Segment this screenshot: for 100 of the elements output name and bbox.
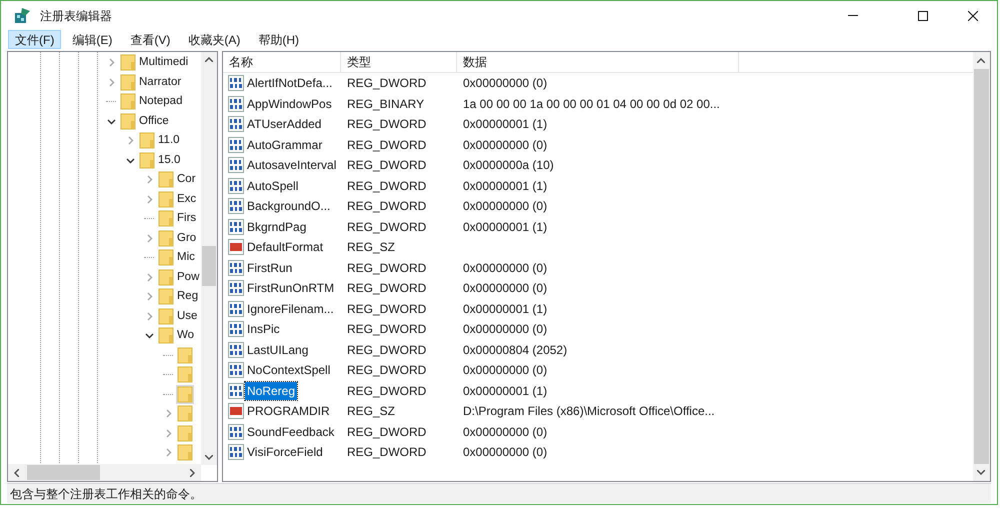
value-name[interactable]: AutoSpell (245, 176, 300, 195)
chevron-right-icon[interactable] (144, 234, 154, 243)
tree-item[interactable]: Cor (177, 171, 196, 188)
value-name[interactable]: FirstRun (245, 258, 294, 277)
tree-item[interactable]: Gro (177, 230, 196, 247)
vertical-scrollbar[interactable] (201, 52, 217, 465)
chevron-right-icon[interactable] (144, 272, 154, 282)
column-header[interactable]: 类型 (341, 52, 457, 72)
chevron-down-icon[interactable] (144, 331, 154, 340)
tree-item[interactable]: 11.0 (158, 132, 180, 150)
table-cell-text: 0x00000804 (2052) (462, 342, 568, 359)
chevron-right-icon[interactable] (144, 175, 154, 184)
table-cell-text: REG_DWORD (346, 424, 428, 441)
tree-item[interactable]: Firs (177, 210, 196, 228)
tree-item[interactable]: Exc (177, 190, 196, 208)
menu-item[interactable]: 文件(F) (8, 30, 62, 49)
binary-value-icon (228, 96, 244, 112)
value-name[interactable]: BkgrndPag (245, 218, 308, 236)
table-cell-text: REG_SZ (346, 239, 396, 256)
chevron-right-icon[interactable] (144, 194, 154, 204)
value-name[interactable]: ATUserAdded (245, 115, 324, 134)
scroll-left-icon (14, 469, 19, 477)
table-cell-text: REG_DWORD (346, 260, 428, 277)
chevron-right-icon[interactable] (164, 409, 172, 418)
scrollbar-thumb[interactable] (27, 465, 100, 480)
menu-item[interactable]: 查看(V) (123, 30, 178, 49)
value-name[interactable]: SoundFeedback (245, 422, 336, 441)
tree-item[interactable]: Mic (177, 249, 195, 266)
binary-value-icon (228, 218, 244, 235)
table-cell-text: REG_DWORD (346, 300, 428, 318)
folder-icon (177, 346, 193, 364)
value-name[interactable]: VisiForceField (245, 443, 325, 462)
value-name[interactable]: AlertIfNotDefa... (245, 74, 334, 92)
tree-item[interactable]: Pow (177, 268, 200, 286)
table-cell-text: REG_DWORD (346, 157, 428, 174)
value-name[interactable]: PROGRAMDIR (245, 402, 332, 420)
value-name[interactable]: AppWindowPos (245, 94, 334, 113)
value-name[interactable]: LastUILang (245, 340, 310, 359)
chevron-right-icon[interactable] (164, 448, 172, 458)
tree-item[interactable]: Office (139, 112, 169, 130)
chevron-down-icon[interactable] (106, 116, 116, 126)
column-header[interactable]: 名称 (223, 52, 341, 72)
table-cell-text: REG_DWORD (346, 136, 428, 154)
folder-icon (158, 190, 174, 208)
table-cell-text: 0x00000000 (0) (462, 424, 548, 441)
tree-item[interactable]: Reg (177, 288, 198, 306)
table-cell-text: 0x00000000 (0) (462, 136, 548, 154)
folder-icon (177, 366, 193, 384)
menu-item[interactable]: 收藏夹(A) (181, 30, 248, 49)
folder-icon (158, 308, 174, 325)
value-name[interactable]: InsPic (245, 320, 282, 338)
value-name[interactable]: IgnoreFilenam... (245, 300, 336, 318)
folder-icon (177, 405, 193, 422)
table-cell-text: 0x00000001 (1) (462, 218, 548, 236)
table-cell-text: 0x00000000 (0) (462, 198, 548, 216)
scrollbar-thumb[interactable] (974, 69, 989, 464)
chevron-right-icon[interactable] (106, 58, 116, 68)
menu-item[interactable]: 编辑(E) (65, 30, 120, 49)
binary-value-icon (228, 260, 244, 276)
table-cell-text: 0x00000001 (1) (462, 116, 548, 134)
tree-item[interactable]: Narrator (139, 74, 182, 91)
value-name[interactable]: NoContextSpell (245, 361, 332, 380)
value-name[interactable]: AutosaveInterval (245, 156, 338, 174)
menu-item[interactable]: 帮助(H) (251, 30, 306, 49)
folder-icon (177, 444, 193, 462)
vertical-scrollbar[interactable] (973, 52, 990, 481)
chevron-right-icon[interactable] (164, 428, 172, 438)
value-name[interactable]: BackgroundO... (245, 197, 332, 216)
chevron-right-icon[interactable] (106, 78, 116, 87)
folder-icon (158, 171, 174, 188)
column-header[interactable]: 数据 (457, 52, 739, 72)
tree-item[interactable]: 15.0 (158, 152, 180, 169)
tree-item[interactable]: Multimedi (139, 54, 188, 72)
table-cell-text: REG_DWORD (346, 218, 428, 236)
table-cell-text: REG_SZ (346, 403, 396, 420)
scrollbar-thumb[interactable] (202, 246, 216, 286)
binary-value-icon (228, 342, 244, 358)
table-cell-text: REG_DWORD (346, 362, 428, 380)
chevron-right-icon[interactable] (126, 136, 134, 146)
table-cell-text: REG_DWORD (346, 342, 428, 359)
registry-icon (14, 7, 32, 24)
binary-value-icon (228, 157, 244, 174)
window-title: 注册表编辑器 (40, 8, 112, 24)
tree-item[interactable]: Use (177, 308, 198, 325)
folder-icon (139, 152, 155, 169)
horizontal-scrollbar[interactable] (8, 464, 201, 481)
string-value-icon (228, 403, 244, 420)
table-cell-text: REG_DWORD (346, 444, 428, 462)
value-name[interactable]: FirstRunOnRTM (245, 279, 336, 298)
chevron-down-icon[interactable] (126, 156, 134, 165)
chevron-right-icon[interactable] (144, 292, 154, 302)
binary-value-icon (228, 300, 244, 317)
value-name[interactable]: DefaultFormat (245, 238, 326, 256)
value-name[interactable]: AutoGrammar (245, 136, 324, 154)
table-cell-text: 0x00000000 (0) (462, 321, 548, 338)
tree-item[interactable]: Notepad (139, 93, 182, 110)
value-name[interactable]: NoRereg (245, 382, 298, 400)
chevron-right-icon[interactable] (144, 312, 154, 321)
table-cell-text: 0x00000000 (0) (462, 362, 548, 380)
tree-item[interactable]: Wo (177, 327, 194, 344)
